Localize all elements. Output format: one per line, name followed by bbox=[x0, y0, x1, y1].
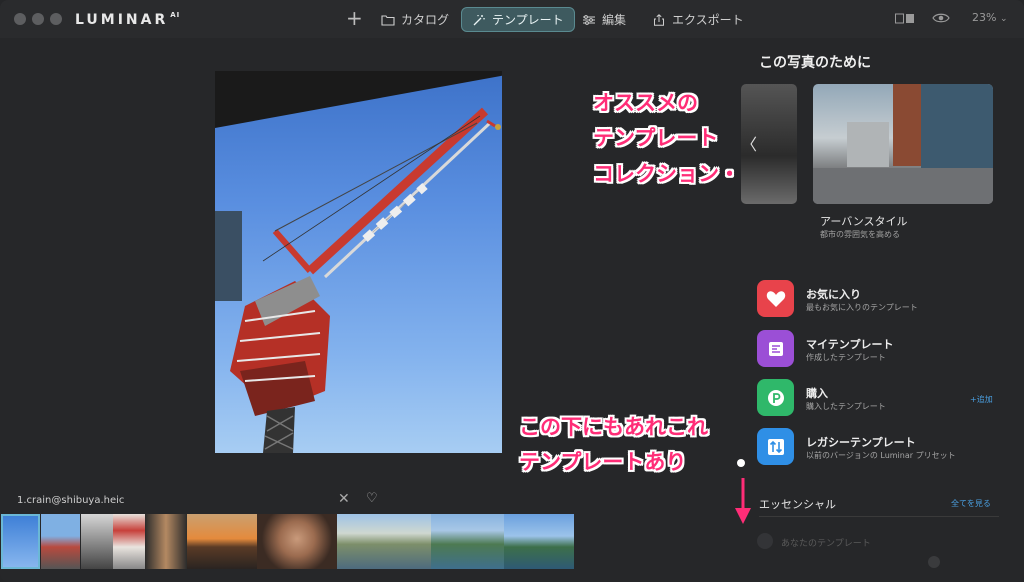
thumbnail[interactable] bbox=[257, 514, 337, 569]
card-image-building bbox=[847, 122, 889, 167]
thumbnail[interactable] bbox=[113, 514, 145, 569]
template-card-desc: 都市の雰囲気を高める bbox=[820, 230, 900, 239]
thumbnail[interactable] bbox=[41, 514, 80, 569]
category-label: マイテンプレート bbox=[806, 338, 894, 351]
panel-title: この写真のために bbox=[759, 55, 871, 71]
sliders-icon bbox=[583, 14, 595, 25]
category-sub: 最もお気に入りのテンプレート bbox=[806, 303, 918, 312]
photo-canvas[interactable] bbox=[215, 71, 502, 453]
folder-icon bbox=[381, 14, 395, 26]
titlebar: LUMINAR AI + カタログ テンプレート 編集 エクスポート 23% ⌄ bbox=[0, 0, 1024, 38]
category-legacy[interactable]: レガシーテンプレート 以前のバージョンの Luminar プリセット bbox=[757, 428, 997, 468]
card-image-building bbox=[921, 84, 993, 170]
zoom-window-button[interactable] bbox=[50, 13, 62, 25]
tab-edit-label: 編集 bbox=[602, 13, 627, 27]
tab-export[interactable]: エクスポート bbox=[652, 7, 744, 32]
template-card-urban[interactable] bbox=[813, 84, 993, 204]
annotation-bottom-line2: テンプレートあり bbox=[519, 450, 687, 474]
compare-view-icon[interactable] bbox=[895, 13, 915, 24]
template-icon bbox=[757, 330, 794, 367]
card-image-road bbox=[813, 168, 993, 204]
close-icon[interactable]: ✕ bbox=[338, 491, 350, 507]
heart-outline-icon[interactable]: ♡ bbox=[366, 491, 378, 506]
scroll-knob[interactable] bbox=[928, 556, 940, 568]
heart-icon bbox=[757, 280, 794, 317]
category-label: お気に入り bbox=[806, 288, 861, 301]
purchase-icon bbox=[757, 379, 794, 416]
luminar-window: LUMINARAI + カタログ テンプレート 編集 エクスポート 23% ⌄ bbox=[0, 0, 1024, 582]
essential-section-title: エッセンシャル bbox=[759, 498, 836, 511]
thumbnail[interactable] bbox=[431, 514, 504, 569]
filename-label: 1.crain@shibuya.heic bbox=[17, 495, 125, 506]
annotation-top-line1: オススメの bbox=[593, 91, 698, 115]
your-templates-item[interactable]: あなたのテンプレート bbox=[781, 536, 871, 549]
minimize-window-button[interactable] bbox=[32, 13, 44, 25]
tab-templates-label: テンプレート bbox=[492, 13, 564, 27]
tab-catalog[interactable]: カタログ bbox=[381, 7, 449, 32]
category-purchased[interactable]: 購入 購入したテンプレート bbox=[757, 379, 997, 419]
close-window-button[interactable] bbox=[14, 13, 26, 25]
app-logo: LUMINAR AI bbox=[75, 11, 181, 28]
category-sub: 作成したテンプレート bbox=[806, 353, 886, 362]
eye-icon[interactable] bbox=[932, 12, 950, 24]
crane-image bbox=[230, 107, 501, 453]
annotation-bottom-line1: この下にもあれこれ bbox=[519, 415, 708, 439]
thumbnail[interactable] bbox=[187, 514, 257, 569]
category-label: レガシーテンプレート bbox=[806, 436, 916, 449]
zoom-select[interactable]: 23% ⌄ bbox=[972, 11, 1008, 24]
magic-wand-icon bbox=[473, 14, 485, 25]
tab-export-label: エクスポート bbox=[672, 13, 744, 27]
add-purchase-link[interactable]: +追加 bbox=[970, 394, 993, 405]
see-all-link[interactable]: 全てを見る bbox=[951, 498, 991, 509]
share-icon bbox=[654, 13, 664, 26]
thumbnail[interactable] bbox=[504, 514, 574, 569]
card-image-building bbox=[893, 84, 921, 166]
divider bbox=[759, 516, 999, 517]
annotation-top-line3: コレクション・ bbox=[593, 162, 740, 186]
zoom-value: 23% bbox=[972, 11, 997, 24]
category-sub: 購入したテンプレート bbox=[806, 402, 886, 411]
filmstrip bbox=[0, 514, 574, 570]
category-my-templates[interactable]: マイテンプレート 作成したテンプレート bbox=[757, 330, 997, 370]
thumbnail[interactable] bbox=[1, 514, 40, 569]
annotation-top-line2: テンプレート bbox=[593, 126, 719, 150]
thumbnail[interactable] bbox=[145, 514, 187, 569]
chevron-left-icon[interactable]: 〈 bbox=[741, 131, 757, 155]
arrow-down-icon bbox=[735, 478, 751, 524]
thumbnail[interactable] bbox=[81, 514, 113, 569]
category-sub: 以前のバージョンの Luminar プリセット bbox=[806, 451, 956, 460]
category-label: 購入 bbox=[806, 387, 828, 400]
your-templates-icon bbox=[757, 533, 773, 549]
thumbnail[interactable] bbox=[337, 514, 431, 569]
legacy-icon bbox=[757, 428, 794, 465]
tab-edit[interactable]: 編集 bbox=[582, 7, 626, 32]
annotation-bullet bbox=[737, 459, 745, 467]
category-favorites[interactable]: お気に入り 最もお気に入りのテンプレート bbox=[757, 280, 997, 320]
template-card-name: アーバンスタイル bbox=[820, 215, 908, 228]
tab-templates[interactable]: テンプレート bbox=[461, 7, 575, 32]
tab-catalog-label: カタログ bbox=[401, 13, 450, 27]
chevron-down-icon: ⌄ bbox=[999, 14, 1008, 24]
add-photos-button[interactable]: + bbox=[346, 8, 363, 28]
